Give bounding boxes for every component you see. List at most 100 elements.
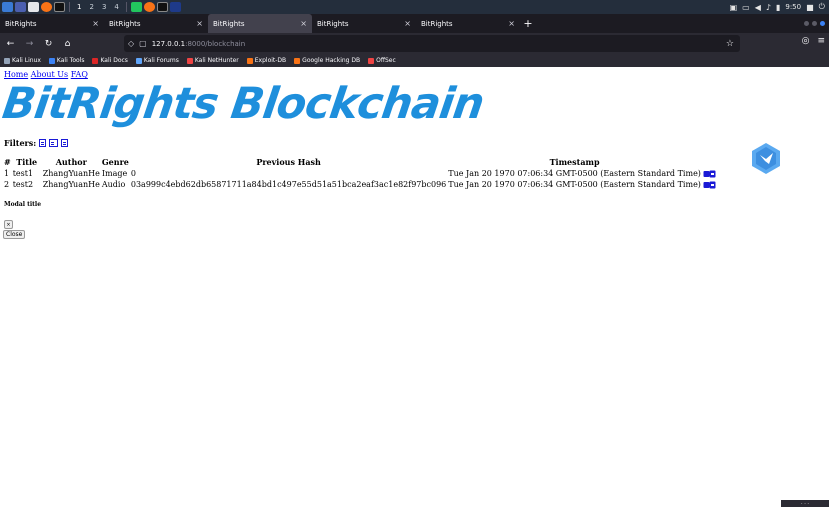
back-icon[interactable]: ← [2,35,19,52]
url-bar[interactable]: ◇ ▢ 127.0.0.1 :8000/blockchain ☆ [124,35,740,52]
close-icon[interactable]: × [404,19,411,28]
bookmark-kali-nethunter[interactable]: Kali NetHunter [186,57,239,64]
view-details-icon[interactable] [703,170,716,178]
audio-filter-icon[interactable] [61,139,69,147]
nav-about-link[interactable]: About Us [31,70,68,79]
terminal-window-icon[interactable] [156,2,168,12]
table-header-row: # Title Author Genre Previous Hash Times… [3,157,717,168]
modal-x-button[interactable]: × [4,220,13,229]
browser-tab[interactable]: BitRights × [416,14,520,33]
header-previous-hash: Previous Hash [256,157,321,167]
bookmark-label: Kali NetHunter [194,57,239,64]
bookmark-kali-docs[interactable]: Kali Docs [92,57,128,64]
folder-icon[interactable] [28,2,39,12]
lock-icon[interactable]: ■ [806,3,814,12]
cell-action [702,168,717,179]
bookmark-exploit-db[interactable]: Exploit-DB [246,57,287,64]
window-icon[interactable] [169,2,181,12]
nav-home-link[interactable]: Home [4,70,28,79]
bookmark-kali-forums[interactable]: Kali Forums [135,57,179,64]
browser-tab[interactable]: BitRights × [0,14,104,33]
bookmark-label: Kali Forums [143,57,179,64]
filters-label: Filters: [4,138,37,148]
reload-icon[interactable]: ↻ [40,35,57,52]
modal-close-button[interactable]: Close [3,230,26,239]
record-icon[interactable]: ▣ [730,3,738,12]
volume-icon[interactable]: ◀ [755,3,761,12]
bookmark-icon [246,57,253,64]
maximize-button[interactable] [812,21,817,26]
pocket-icon[interactable]: ◎ [802,36,810,46]
cell-genre: Image [101,169,128,178]
close-window-button[interactable] [820,21,825,26]
bookmark-icon [48,57,55,64]
terminal-icon[interactable] [54,2,65,12]
nav-faq-link[interactable]: FAQ [71,70,88,79]
close-icon[interactable]: × [508,19,515,28]
close-icon[interactable]: × [92,19,99,28]
browser-navbar: ← → ↻ ⌂ ◇ ▢ 127.0.0.1 :8000/blockchain ☆… [0,33,829,54]
url-host: 127.0.0.1 [151,39,186,48]
bookmark-label: Exploit-DB [254,57,287,64]
menu-icon[interactable]: ≡ [817,36,825,46]
minimize-button[interactable] [804,21,809,26]
header-num: # [4,157,11,167]
page-content: Home About Us FAQ BitRights Blockchain F… [0,67,829,507]
shield-icon[interactable]: ◇ [128,39,134,48]
app-window-icon[interactable] [130,2,142,12]
view-details-icon[interactable] [703,181,716,189]
bookmark-icon [4,57,10,64]
bookmark-google-hacking-db[interactable]: Google Hacking DB [294,57,360,64]
close-icon[interactable]: × [196,19,203,28]
firefox-window-icon[interactable] [143,2,155,12]
close-icon[interactable]: × [300,19,307,28]
floating-extension-icon[interactable] [751,142,781,175]
browser-tab-bar: BitRights × BitRights × BitRights × BitR… [0,14,829,33]
home-icon[interactable]: ⌂ [59,35,76,52]
image-filter-icon[interactable] [49,139,59,147]
workspace-2[interactable]: 2 [86,3,96,11]
bookmark-label: Kali Docs [100,57,128,64]
tab-label: BitRights [317,19,349,28]
modal-title: Modal title [4,201,42,208]
bookmark-label: Kali Tools [56,57,85,64]
document-filter-icon[interactable] [39,139,47,147]
bookmark-icon [368,57,375,64]
forward-icon[interactable]: → [21,35,38,52]
browser-tab[interactable]: BitRights × [104,14,208,33]
display-icon[interactable]: ▭ [742,3,750,12]
taskbar-divider [125,2,127,12]
site-logo: BitRights Blockchain [0,79,487,129]
workspace-1[interactable]: 1 [74,3,84,11]
workspace-3[interactable]: 3 [99,3,109,11]
bookmark-star-icon[interactable]: ☆ [726,39,734,49]
files-icon[interactable] [15,2,26,12]
header-timestamp: Timestamp [549,157,600,167]
taskbar-divider [69,2,70,12]
bookmark-icon [294,57,301,64]
bookmark-label: OffSec [376,57,396,64]
cell-title: test1 [12,169,34,178]
status-corner: · · · [781,500,829,507]
workspace-4[interactable]: 4 [111,3,121,11]
browser-tab-active[interactable]: BitRights × [208,14,312,33]
page-info-icon[interactable]: ▢ [139,39,147,48]
header-author: Author [55,157,87,167]
bell-icon[interactable]: ♪ [766,3,771,12]
cell-num: 2 [4,180,10,189]
kali-menu-icon[interactable] [2,2,13,12]
cell-hash: 0 [130,169,136,178]
window-controls [804,14,829,33]
bookmark-icon [186,57,193,64]
blockchain-table: # Title Author Genre Previous Hash Times… [3,157,717,190]
power-icon[interactable]: ⏻ [819,2,825,12]
firefox-icon[interactable] [41,2,52,12]
battery-icon[interactable]: ▮ [776,3,780,12]
bookmark-kali-tools[interactable]: Kali Tools [48,57,85,64]
bookmark-kali-linux[interactable]: Kali Linux [4,57,41,64]
new-tab-button[interactable]: + [520,14,536,33]
cell-action [702,179,717,190]
bookmark-offsec[interactable]: OffSec [368,57,396,64]
browser-tab[interactable]: BitRights × [312,14,416,33]
cell-author: ZhangYuanHe [42,169,100,178]
